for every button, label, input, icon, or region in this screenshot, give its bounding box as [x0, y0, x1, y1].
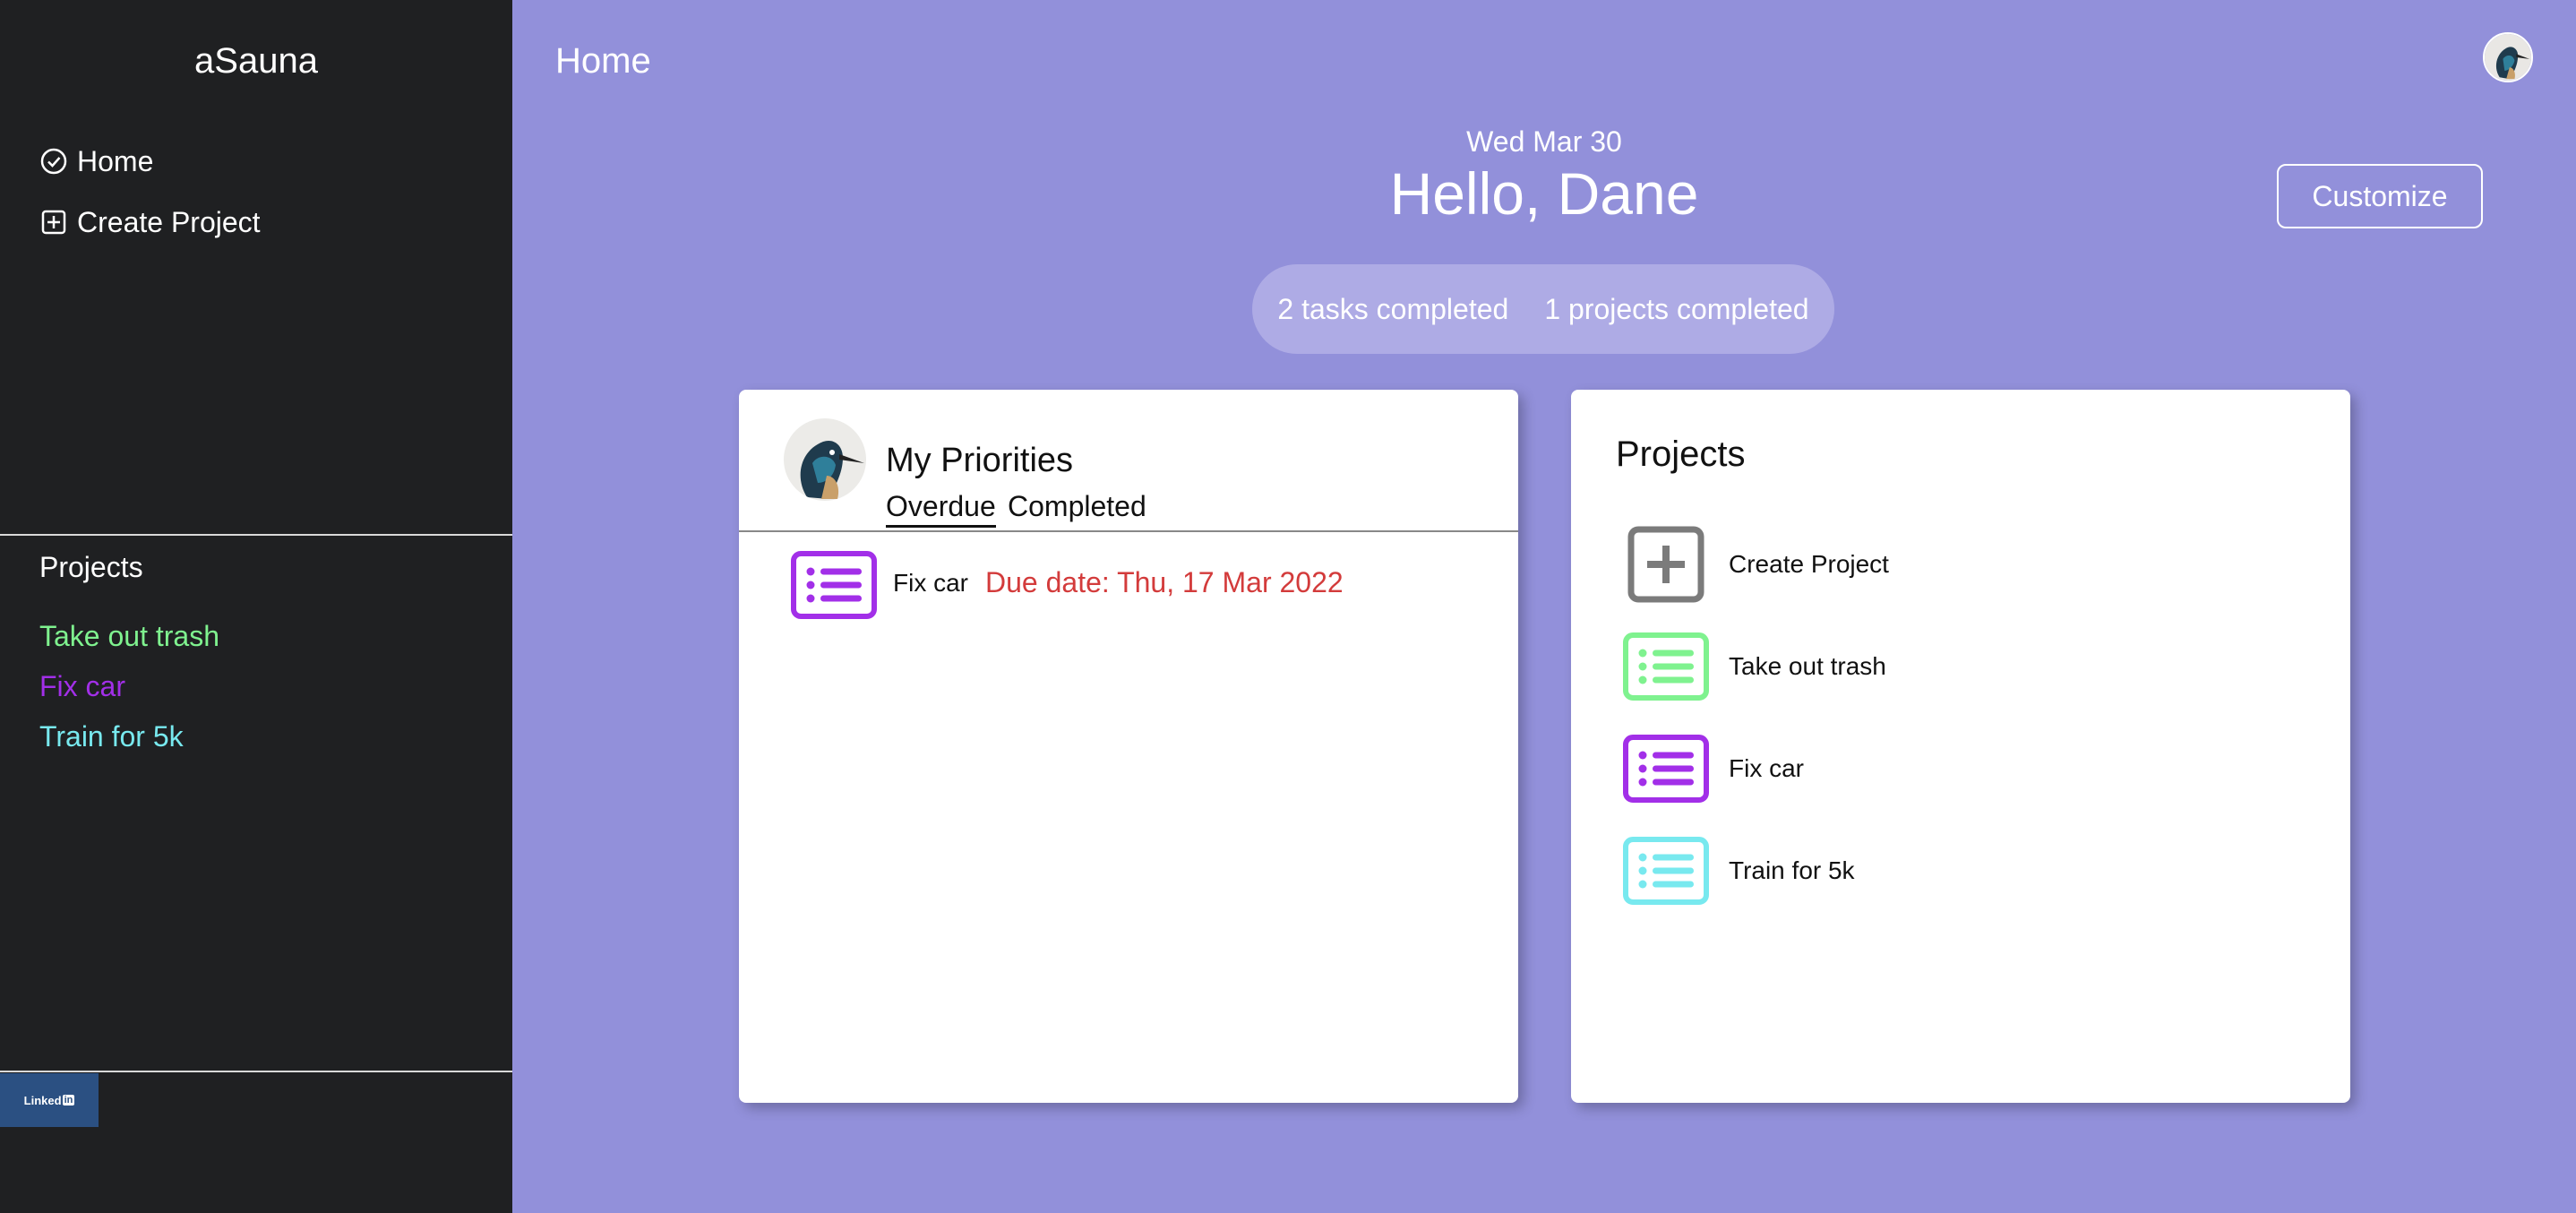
projects-completed-stat: 1 projects completed: [1544, 292, 1809, 325]
user-avatar[interactable]: [2483, 32, 2533, 82]
projects-card: Projects Create Project Take out trash F…: [1571, 390, 2350, 1103]
project-row-label: Fix car: [1729, 754, 1804, 782]
page-title: Home: [555, 41, 651, 81]
plus-square-icon: [1627, 526, 1704, 603]
sidebar-project-fix-car[interactable]: Fix car: [39, 670, 125, 703]
tab-overdue[interactable]: Overdue: [886, 490, 996, 528]
sidebar-project-train-for-5k[interactable]: Train for 5k: [39, 720, 184, 753]
kingfisher-avatar-image: [784, 418, 866, 501]
sidebar-projects-heading: Projects: [39, 551, 143, 583]
project-row-label: Create Project: [1729, 550, 1889, 578]
current-date: Wed Mar 30: [1466, 125, 1622, 158]
priorities-divider: [739, 530, 1518, 532]
priorities-card: My Priorities Overdue Completed Fix car …: [739, 390, 1518, 1103]
project-row-create[interactable]: Create Project: [1623, 526, 1889, 603]
list-icon: [1623, 735, 1709, 803]
task-due-date: Due date: Thu, 17 Mar 2022: [985, 566, 1344, 598]
sidebar-divider: [0, 534, 512, 536]
priorities-avatar: [784, 418, 866, 501]
linkedin-label: Linked: [23, 1093, 62, 1107]
project-row-train-for-5k[interactable]: Train for 5k: [1623, 832, 1855, 909]
priorities-title: My Priorities: [886, 442, 1074, 479]
tasks-completed-stat: 2 tasks completed: [1277, 292, 1509, 325]
tab-completed[interactable]: Completed: [1008, 490, 1146, 523]
project-row-label: Train for 5k: [1729, 856, 1855, 884]
task-name[interactable]: Fix car: [893, 569, 968, 598]
project-row-take-out-trash[interactable]: Take out trash: [1623, 628, 1886, 705]
linkedin-badge: in: [62, 1095, 75, 1105]
list-icon: [1623, 837, 1709, 905]
kingfisher-avatar-image: [2485, 34, 2531, 81]
sidebar-bottom-divider: [0, 1071, 512, 1072]
list-icon: [1623, 632, 1709, 701]
project-row-label: Take out trash: [1729, 652, 1886, 680]
app-brand: aSauna: [194, 41, 318, 81]
sidebar-project-take-out-trash[interactable]: Take out trash: [39, 620, 219, 653]
projects-card-title: Projects: [1616, 434, 1746, 474]
completion-stats: 2 tasks completed 1 projects completed: [1252, 264, 1834, 354]
list-icon[interactable]: [791, 551, 877, 619]
project-row-fix-car[interactable]: Fix car: [1623, 730, 1804, 807]
linkedin-button[interactable]: Linked in: [0, 1073, 99, 1127]
customize-button[interactable]: Customize: [2277, 164, 2483, 228]
greeting-heading: Hello, Dane: [1389, 160, 1699, 227]
